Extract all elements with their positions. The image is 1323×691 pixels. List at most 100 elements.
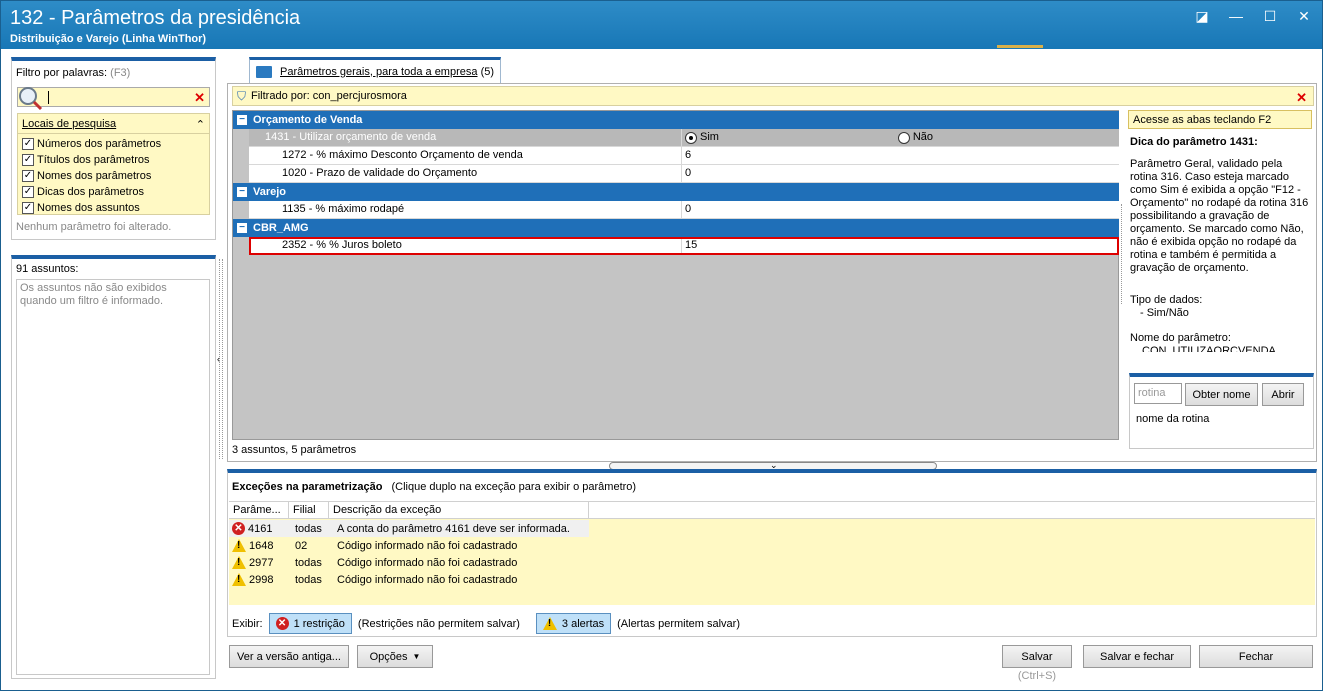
parameter-value[interactable]: 0 (682, 165, 1119, 182)
hint-panel: Acesse as abas teclando F2 Dica do parâm… (1128, 110, 1314, 368)
maximize-icon[interactable]: ☐ (1260, 8, 1280, 24)
col-descricao[interactable]: Descrição da exceção (329, 502, 589, 518)
restricao-toggle[interactable]: ✕ 1 restrição (268, 613, 352, 634)
checkbox-label: Dicas dos parâmetros (37, 186, 144, 198)
clear-search-icon[interactable]: ✕ (194, 91, 205, 104)
vertical-splitter[interactable]: ‹ (217, 259, 225, 459)
parameter-row-highlighted[interactable]: 2352 - % % Juros boleto 15 (249, 237, 1119, 255)
parameters-panel: Parâmetros gerais, para toda a empresa (… (227, 55, 1317, 462)
rotina-panel: rotina Obter nome Abrir nome da rotina (1129, 373, 1314, 449)
checkbox-icon: ✓ (22, 170, 34, 182)
exception-param: 1648 (249, 539, 274, 552)
tab-parametros-gerais[interactable]: Parâmetros gerais, para toda a empresa (… (249, 57, 501, 83)
tab-count: (5) (480, 65, 495, 78)
subjects-list[interactable]: Os assuntos não são exibidos quando um f… (16, 279, 210, 675)
minimize-icon[interactable]: — (1226, 8, 1246, 24)
obter-nome-button[interactable]: Obter nome (1185, 383, 1258, 406)
parameter-value[interactable]: 15 (682, 237, 1119, 254)
grid-summary: 3 assuntos, 5 parâmetros (232, 444, 357, 456)
checkbox-icon: ✓ (22, 186, 34, 198)
exceptions-footer: Exibir: ✕ 1 restrição (Restrições não per… (232, 613, 740, 634)
warning-icon (232, 539, 246, 552)
collapse-group-icon[interactable]: − (237, 115, 247, 125)
checkbox-icon: ✓ (22, 154, 34, 166)
checkbox-icon: ✓ (22, 138, 34, 150)
folder-icon (256, 65, 272, 78)
radio-sim[interactable]: Sim (685, 129, 719, 146)
parameter-row[interactable]: 1020 - Prazo de validade do Orçamento 0 (249, 165, 1119, 183)
group-name: Orçamento de Venda (253, 114, 363, 126)
alertas-toggle[interactable]: 3 alertas (535, 613, 612, 634)
search-icon (19, 87, 43, 111)
parameter-value[interactable]: 6 (682, 147, 1119, 164)
collapse-group-icon[interactable]: − (237, 187, 247, 197)
checkbox-nomes[interactable]: ✓ Nomes dos parâmetros (18, 168, 209, 184)
search-input[interactable]: ✕ (17, 87, 210, 111)
title-bar: 132 - Parâmetros da presidência Distribu… (1, 1, 1322, 49)
checkbox-numeros[interactable]: ✓ Números dos parâmetros (18, 136, 209, 152)
radio-nao[interactable]: Não (897, 129, 933, 146)
locais-title: Locais de pesquisa (22, 118, 117, 130)
parameter-name: 1431 - Utilizar orçamento de venda (249, 129, 682, 146)
parameter-name: 1135 - % máximo rodapé (249, 201, 682, 218)
exception-desc: A conta do parâmetro 4161 deve ser infor… (337, 522, 570, 535)
group-header[interactable]: − CBR_AMG (233, 219, 1119, 237)
abrir-button[interactable]: Abrir (1262, 383, 1304, 406)
subjects-panel: 91 assuntos: Os assuntos não são exibido… (11, 255, 216, 679)
opcoes-label: Opções (369, 650, 408, 663)
parameter-value[interactable]: 0 (682, 201, 1119, 218)
exceptions-hint: (Clique duplo na exceção para exibir o p… (391, 481, 637, 493)
exception-param: 2977 (249, 556, 274, 569)
salvar-button[interactable]: Salvar (1002, 645, 1072, 668)
exceptions-table: Parâme... Filial Descrição da exceção ✕ 4… (229, 501, 1315, 605)
filter-panel: Filtro por palavras: (F3) ✕ Locais de pe… (11, 57, 216, 240)
group-header[interactable]: − Varejo (233, 183, 1119, 201)
table-row[interactable]: 2998 todas Código informado não foi cada… (229, 571, 517, 588)
checkbox-label: Títulos dos parâmetros (37, 154, 150, 166)
hint-access: Acesse as abas teclando F2 (1128, 110, 1312, 129)
chevron-left-icon[interactable]: ‹ (217, 354, 220, 364)
group-header[interactable]: − Orçamento de Venda (233, 111, 1119, 129)
parameter-row[interactable]: 1135 - % máximo rodapé 0 (249, 201, 1119, 219)
parameter-row[interactable]: 1272 - % máximo Desconto Orçamento de ve… (249, 147, 1119, 165)
rotina-nome-label: nome da rotina (1136, 413, 1210, 425)
checkbox-dicas[interactable]: ✓ Dicas dos parâmetros (18, 184, 209, 200)
table-row[interactable]: 2977 todas Código informado não foi cada… (229, 554, 517, 571)
group-name: Varejo (253, 186, 287, 198)
restore-layout-icon[interactable]: ◪ (1192, 8, 1212, 24)
window-title: 132 - Parâmetros da presidência (10, 7, 301, 29)
bottom-toolbar: Ver a versão antiga... Opções ▼ Salvar (C… (227, 645, 1317, 685)
exception-desc: Código informado não foi cadastrado (337, 556, 518, 569)
col-param[interactable]: Parâme... (229, 502, 289, 518)
filter-shortcut: (F3) (110, 67, 131, 79)
checkbox-assuntos[interactable]: ✓ Nomes dos assuntos (18, 200, 209, 216)
table-row[interactable]: ✕ 4161 todas A conta do parâmetro 4161 de… (229, 520, 589, 537)
salvar-e-fechar-button[interactable]: Salvar e fechar (1083, 645, 1191, 668)
clear-filter-icon[interactable]: ✕ (1296, 91, 1307, 104)
search-locations: Locais de pesquisa ⌃ ✓ Números dos parâme… (17, 113, 210, 215)
ver-versao-antiga-button[interactable]: Ver a versão antiga... (229, 645, 349, 668)
tab-content: ⛉ Filtrado por: con_percjurosmora ✕ − Orç… (227, 83, 1317, 462)
checkbox-titulos[interactable]: ✓ Títulos dos parâmetros (18, 152, 209, 168)
parameter-row[interactable]: 1431 - Utilizar orçamento de venda Sim N… (249, 129, 1119, 147)
close-icon[interactable]: ✕ (1294, 8, 1314, 24)
fechar-button[interactable]: Fechar (1199, 645, 1313, 668)
col-filial[interactable]: Filial (289, 502, 329, 518)
alertas-label: 3 alertas (561, 617, 605, 630)
opcoes-button[interactable]: Opções ▼ (357, 645, 433, 668)
dropdown-arrow-icon: ▼ (412, 652, 421, 661)
table-row[interactable]: 1648 02 Código informado não foi cadastr… (229, 537, 517, 554)
text-cursor (48, 91, 49, 104)
rotina-input[interactable]: rotina (1134, 383, 1182, 404)
exception-desc: Código informado não foi cadastrado (337, 539, 518, 552)
title-accent-line (997, 45, 1043, 48)
exception-filial: todas (295, 573, 322, 586)
window-subtitle: Distribuição e Varejo (Linha WinThor) (10, 33, 207, 45)
collapse-icon[interactable]: ⌃ (196, 118, 205, 131)
filter-label: Filtro por palavras: (16, 67, 108, 79)
hint-splitter[interactable] (1121, 204, 1125, 304)
funnel-icon: ⛉ (237, 88, 247, 103)
collapse-group-icon[interactable]: − (237, 223, 247, 233)
hint-nome-value: CON_UTILIZAORCVENDA (1142, 345, 1276, 352)
parameters-grid: − Orçamento de Venda 1431 - Utilizar orça… (232, 110, 1119, 440)
